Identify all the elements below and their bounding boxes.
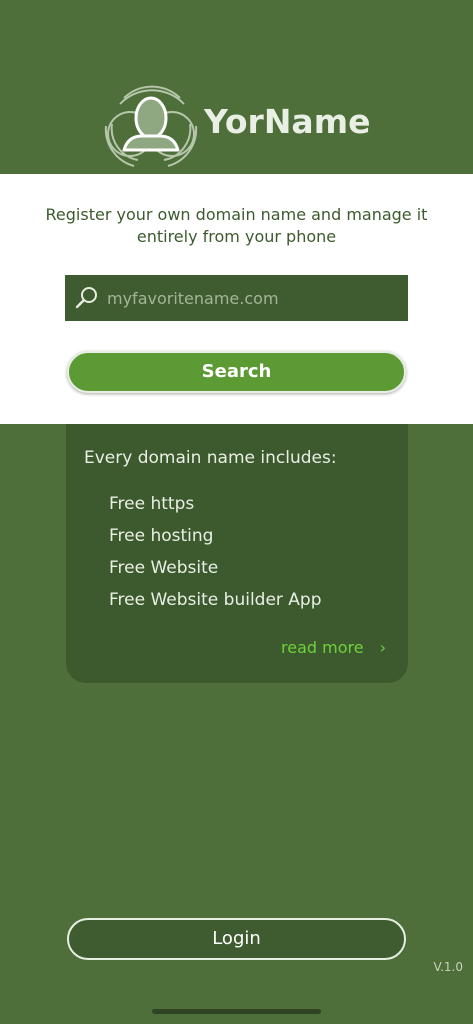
- read-more-label: read more: [281, 638, 364, 657]
- read-more-link[interactable]: read more ›: [281, 638, 386, 657]
- avatar-rings-icon: [104, 85, 198, 167]
- version-label: V.1.0: [433, 960, 463, 974]
- app-header: YorName: [0, 0, 473, 174]
- brand-name: YorName: [204, 102, 371, 141]
- feature-item: Free https: [109, 494, 195, 514]
- search-button[interactable]: Search: [67, 351, 406, 393]
- feature-list: Free https Free hosting Free Website Fre…: [109, 488, 322, 616]
- includes-heading: Every domain name includes:: [84, 448, 337, 468]
- feature-item: Free hosting: [109, 526, 214, 546]
- domain-search-input[interactable]: [107, 275, 397, 321]
- tagline: Register your own domain name and manage…: [45, 205, 428, 246]
- login-button[interactable]: Login: [67, 918, 406, 960]
- brand-logo: YorName: [98, 78, 388, 170]
- search-box[interactable]: [65, 275, 408, 321]
- home-indicator: [152, 1009, 321, 1014]
- chevron-right-icon: ›: [379, 638, 386, 657]
- includes-card: Every domain name includes: Free https F…: [66, 424, 408, 683]
- feature-item: Free Website builder App: [109, 590, 322, 610]
- feature-item: Free Website: [109, 558, 219, 578]
- search-icon: [75, 287, 97, 309]
- search-panel: Register your own domain name and manage…: [0, 174, 473, 424]
